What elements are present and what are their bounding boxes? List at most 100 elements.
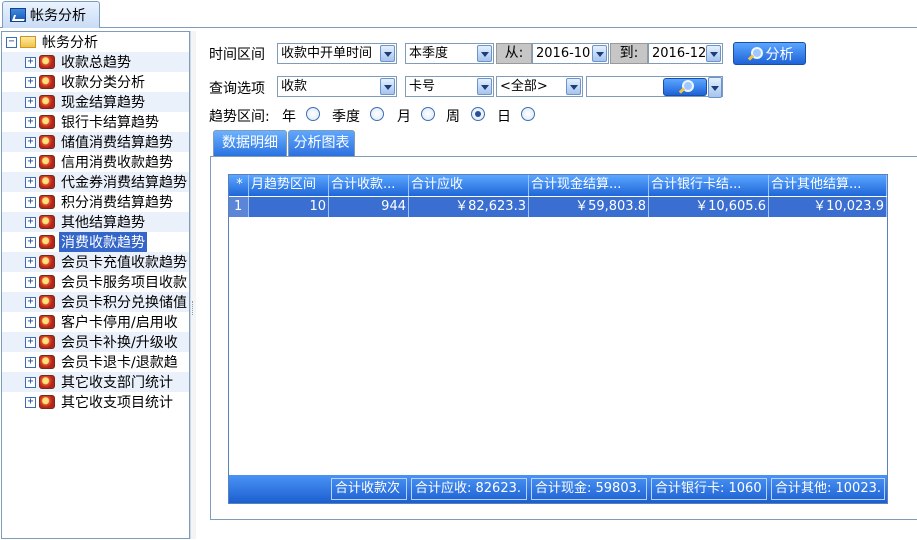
tab-analysis-chart[interactable]: 分析图表: [288, 130, 355, 157]
table-cell[interactable]: ￥10,605.6: [649, 197, 769, 217]
tree-root[interactable]: − 帐务分析: [2, 32, 189, 52]
tab-title: 帐务分析: [30, 8, 86, 24]
tree-item[interactable]: + 收款总趋势: [2, 52, 189, 72]
expand-icon[interactable]: +: [25, 296, 36, 308]
trend-option-label: 月: [397, 109, 411, 125]
tree-item-label: 银行卡结算趋势: [61, 115, 159, 131]
query-type-select[interactable]: 卡号: [405, 76, 494, 97]
tree-item-label: 收款总趋势: [61, 55, 131, 71]
tree-item[interactable]: + 会员卡积分兑换储值: [2, 292, 189, 312]
tree-item-label: 会员卡补换/升级收: [61, 335, 178, 351]
tree-item[interactable]: + 其他结算趋势: [2, 212, 189, 232]
navigation-tree: − 帐务分析 + 收款总趋势 + 收款分类分析 + 现金结算趋势 + 银行卡结算趋势 + 储值消费…: [1, 31, 190, 539]
tree-item[interactable]: + 代金券消费结算趋势: [2, 172, 189, 192]
chevron-down-icon[interactable]: [477, 78, 492, 95]
chart-icon: [10, 8, 26, 22]
expand-icon[interactable]: +: [25, 196, 36, 208]
expand-icon[interactable]: +: [25, 156, 36, 168]
column-header[interactable]: 合计现金结算...: [529, 175, 649, 196]
query-options-label: 查询选项: [209, 81, 265, 97]
column-header[interactable]: 合计银行卡结...: [649, 175, 769, 196]
to-date-picker[interactable]: 2016-12-31: [648, 43, 723, 64]
trend-radio[interactable]: [421, 107, 435, 121]
chevron-down-icon[interactable]: [380, 45, 395, 62]
footer-summary: 合计应收: 82623.: [411, 478, 527, 500]
time-range-label: 时间区间: [209, 47, 265, 63]
table-cell[interactable]: 10: [249, 197, 329, 217]
expand-icon[interactable]: +: [25, 216, 36, 228]
tree-item[interactable]: + 收款分类分析: [2, 72, 189, 92]
tree-item-label: 会员卡充值收款趋势: [61, 255, 187, 271]
chevron-down-icon[interactable]: [477, 45, 492, 62]
splitter[interactable]: [190, 31, 196, 539]
trend-radio[interactable]: [306, 107, 320, 121]
table-cell[interactable]: ￥10,023.9: [769, 197, 887, 217]
report-icon: [39, 335, 55, 349]
tree-item[interactable]: + 会员卡补换/升级收: [2, 332, 189, 352]
tree-item[interactable]: + 其它收支项目统计: [2, 392, 189, 412]
table-row[interactable]: 1 10 944 ￥82,623.3 ￥59,803.8 ￥10,605.6 ￥10,023…: [229, 197, 887, 217]
trend-option-label: 日: [497, 109, 511, 125]
tree-item[interactable]: + 会员卡服务项目收款: [2, 272, 189, 292]
chevron-down-icon[interactable]: [566, 78, 581, 95]
column-header[interactable]: 合计其他结算...: [769, 175, 887, 196]
search-options-dropdown[interactable]: [708, 77, 722, 98]
tree-item[interactable]: + 会员卡退卡/退款趋: [2, 352, 189, 372]
column-header[interactable]: 合计应收: [409, 175, 529, 196]
table-cell[interactable]: ￥82,623.3: [409, 197, 529, 217]
trend-option-label: 周: [446, 109, 460, 125]
expand-icon[interactable]: +: [25, 96, 36, 108]
analyze-button[interactable]: 分析: [733, 42, 806, 65]
tree-item[interactable]: + 其它收支部门统计: [2, 372, 189, 392]
expand-icon[interactable]: +: [25, 316, 36, 328]
expand-icon[interactable]: +: [25, 116, 36, 128]
tree-item[interactable]: + 现金结算趋势: [2, 92, 189, 112]
expand-icon[interactable]: +: [25, 136, 36, 148]
report-icon: [39, 275, 55, 289]
splitter-grip[interactable]: [192, 301, 195, 315]
trend-option-label: 季度: [332, 109, 360, 125]
expand-icon[interactable]: +: [25, 276, 36, 288]
tree-item[interactable]: + 会员卡充值收款趋势: [2, 252, 189, 272]
tab-account-analysis[interactable]: 帐务分析: [2, 1, 100, 28]
table-cell[interactable]: ￥59,803.8: [529, 197, 649, 217]
tree-item-label: 其他结算趋势: [61, 215, 145, 231]
expand-icon[interactable]: +: [25, 256, 36, 268]
expand-icon[interactable]: +: [25, 236, 36, 248]
collapse-icon[interactable]: −: [6, 36, 17, 48]
tree-item[interactable]: + 信用消费收款趋势: [2, 152, 189, 172]
tree-item-label: 信用消费收款趋势: [61, 155, 173, 171]
tree-item[interactable]: + 银行卡结算趋势: [2, 112, 189, 132]
report-icon: [39, 295, 55, 309]
column-header[interactable]: 月趋势区间: [249, 175, 329, 196]
expand-icon[interactable]: +: [25, 76, 36, 88]
tab-data-detail[interactable]: 数据明细: [213, 130, 287, 157]
query-field-select[interactable]: 收款: [277, 76, 397, 97]
query-scope-select[interactable]: <全部>: [496, 76, 583, 97]
expand-icon[interactable]: +: [25, 356, 36, 368]
tree-item-label: 储值消费结算趋势: [61, 135, 173, 151]
expand-icon[interactable]: +: [25, 336, 36, 348]
table-cell[interactable]: 944: [329, 197, 409, 217]
trend-radio[interactable]: [471, 107, 485, 121]
trend-range-label: 趋势区间:: [209, 109, 270, 125]
tree-item-label: 其它收支项目统计: [61, 395, 173, 411]
trend-radio[interactable]: [370, 107, 384, 121]
column-header[interactable]: 合计收款...: [329, 175, 409, 196]
expand-icon[interactable]: +: [25, 176, 36, 188]
tree-item[interactable]: + 积分消费结算趋势: [2, 192, 189, 212]
tree-item[interactable]: + 客户卡停用/启用收: [2, 312, 189, 332]
chevron-down-icon[interactable]: [592, 45, 607, 62]
search-button[interactable]: [663, 78, 707, 96]
tree-item[interactable]: + 储值消费结算趋势: [2, 132, 189, 152]
time-basis-select[interactable]: 收款中开单时间: [277, 43, 397, 64]
expand-icon[interactable]: +: [25, 376, 36, 388]
period-select[interactable]: 本季度: [405, 43, 494, 64]
chevron-down-icon[interactable]: [380, 78, 395, 95]
from-date-picker[interactable]: 2016-10-01: [532, 43, 609, 64]
tree-item[interactable]: + 消费收款趋势: [2, 232, 189, 252]
expand-icon[interactable]: +: [25, 56, 36, 68]
chevron-down-icon[interactable]: [706, 45, 721, 62]
expand-icon[interactable]: +: [25, 396, 36, 408]
trend-radio[interactable]: [521, 107, 535, 121]
